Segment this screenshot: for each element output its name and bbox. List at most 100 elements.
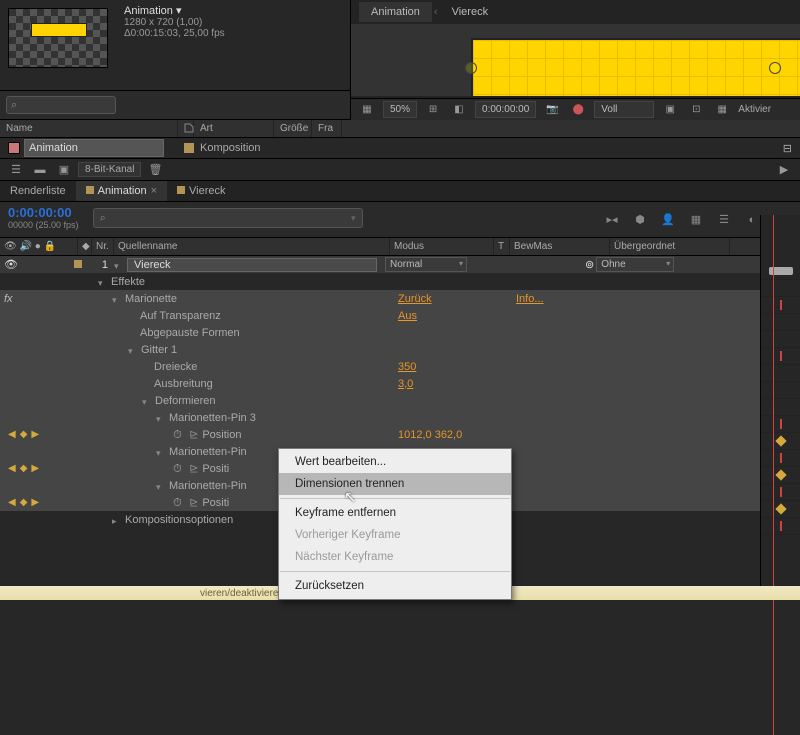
interpret-icon[interactable]: ☰	[6, 161, 26, 179]
row-ausbreitung[interactable]: Ausbreitung3,0	[0, 375, 800, 392]
stopwatch-icon[interactable]: ⏱	[173, 429, 185, 441]
next-kf-icon[interactable]: ▶	[31, 429, 39, 440]
col-track[interactable]: T	[494, 238, 510, 255]
row-effects[interactable]: Effekte	[0, 273, 800, 290]
row-abgepauste[interactable]: Abgepauste Formen	[0, 324, 800, 341]
blend-mode[interactable]: Normal	[385, 257, 467, 272]
stopwatch-icon[interactable]: ⏱	[173, 497, 185, 509]
stopwatch-icon[interactable]: ⏱	[173, 463, 185, 475]
marker[interactable]	[780, 419, 782, 429]
prev-kf-icon[interactable]: ◀	[8, 429, 16, 440]
comp-thumbnail[interactable]	[8, 8, 108, 68]
twirl-icon[interactable]	[98, 277, 108, 287]
menu-remove-keyframe[interactable]: Keyframe entfernen	[279, 502, 511, 524]
val-ausbreitung[interactable]: 3,0	[398, 378, 413, 390]
transparency-icon[interactable]: ▦	[712, 101, 732, 119]
twirl-icon[interactable]	[112, 294, 122, 304]
3d-icon[interactable]: ⬢	[630, 210, 650, 230]
col-fr[interactable]: Fra	[312, 120, 342, 137]
lock-icon[interactable]: 🔒	[44, 241, 56, 252]
layer-name[interactable]: Viereck	[127, 258, 377, 272]
project-item-animation[interactable]: Animation Komposition ⊟	[0, 138, 800, 158]
col-source[interactable]: Quellenname	[114, 238, 390, 255]
keyframe[interactable]	[775, 469, 786, 480]
kf-diamond-icon[interactable]: ◆	[20, 429, 28, 440]
row-transparency[interactable]: Auf TransparenzAus	[0, 307, 800, 324]
row-gitter[interactable]: Gitter 1	[0, 341, 800, 358]
menu-reset[interactable]: Zurücksetzen	[279, 575, 511, 597]
current-timecode[interactable]: 0:00:00:0000000 (25.00 fps)	[0, 202, 87, 237]
menu-separate-dimensions[interactable]: Dimensionen trennen	[279, 473, 511, 495]
label-icon[interactable]: ◆	[82, 241, 90, 252]
kf-diamond-icon[interactable]: ◆	[20, 497, 28, 508]
effect-info[interactable]: Info...	[516, 293, 544, 305]
tab-animation[interactable]: Animation×	[76, 181, 167, 201]
twirl-icon[interactable]	[112, 515, 122, 525]
twirl-icon[interactable]	[156, 447, 166, 457]
prev-kf-icon[interactable]: ◀	[8, 497, 16, 508]
parent-select[interactable]: Ohne	[596, 257, 674, 272]
twirl-icon[interactable]	[156, 481, 166, 491]
activate-button[interactable]: Aktivier	[738, 104, 771, 115]
next-kf-icon[interactable]: ▶	[31, 497, 39, 508]
col-parent[interactable]: Übergeordnet	[610, 238, 730, 255]
close-tab-icon[interactable]: ×	[151, 185, 157, 197]
marker[interactable]	[780, 351, 782, 361]
shape-viereck[interactable]	[471, 38, 800, 96]
bit-depth[interactable]: 8-Bit-Kanal	[78, 162, 141, 177]
val-dreiecke[interactable]: 350	[398, 361, 416, 373]
twirl-icon[interactable]	[128, 345, 138, 355]
flowchart-icon[interactable]: ⊟	[783, 142, 792, 155]
resolution-icon[interactable]: ⊞	[423, 101, 443, 119]
layer-viereck[interactable]: 👁 1 Viereck Normal ⊚ Ohne	[0, 256, 800, 273]
row-marionette[interactable]: fxMarionetteZurückInfo...	[0, 290, 800, 307]
expression-icon[interactable]: ⊵	[189, 428, 198, 441]
mask-icon[interactable]: ◧	[449, 101, 469, 119]
project-search[interactable]: ⌕	[6, 96, 116, 114]
expression-icon[interactable]: ⊵	[189, 462, 198, 475]
col-size[interactable]: Größe	[274, 120, 312, 137]
twirl-icon[interactable]	[142, 396, 152, 406]
camera-icon[interactable]: 📷	[542, 101, 562, 119]
tab-viereck[interactable]: Viereck	[167, 181, 235, 201]
blur-icon[interactable]: ▦	[686, 210, 706, 230]
pickwhip-icon[interactable]: ⊚	[585, 258, 594, 271]
twirl-icon[interactable]	[114, 260, 124, 270]
trash-icon[interactable]: 🗑	[145, 161, 165, 179]
folder-icon[interactable]: ▬	[30, 161, 50, 179]
marker[interactable]	[780, 521, 782, 531]
eye-icon[interactable]: 👁	[4, 241, 17, 252]
graph-icon[interactable]: ◐	[742, 210, 762, 230]
audio-icon[interactable]: 🔊	[19, 241, 31, 252]
puppet-pin[interactable]	[769, 62, 781, 74]
fx-icon[interactable]: ☰	[714, 210, 734, 230]
marker[interactable]	[780, 453, 782, 463]
zoom-level[interactable]: 50%	[383, 101, 417, 118]
twirl-icon[interactable]	[156, 413, 166, 423]
effect-reset[interactable]: Zurück	[398, 293, 432, 305]
col-name[interactable]: Name	[0, 120, 178, 137]
viewer-tab-animation[interactable]: Animation	[359, 2, 432, 22]
play-icon[interactable]: ▶	[774, 161, 794, 179]
col-mode[interactable]: Modus	[390, 238, 494, 255]
val-pos3[interactable]: 1012,0 362,0	[398, 429, 462, 441]
viewer-tab-viereck[interactable]: Viereck	[440, 2, 500, 22]
row-pin3[interactable]: Marionetten-Pin 3	[0, 409, 800, 426]
col-trkmat[interactable]: BewMas	[510, 238, 610, 255]
col-type[interactable]: Art	[194, 120, 274, 137]
row-dreiecke[interactable]: Dreiecke350	[0, 358, 800, 375]
timeline-track-area[interactable]	[760, 215, 800, 600]
val-aus[interactable]: Aus	[398, 310, 417, 322]
new-comp-icon[interactable]: ▣	[54, 161, 74, 179]
viewer-time[interactable]: 0:00:00:00	[475, 101, 536, 118]
tab-renderlist[interactable]: Renderliste	[0, 181, 76, 201]
puppet-pin[interactable]	[465, 62, 477, 74]
expression-icon[interactable]: ⊵	[189, 496, 198, 509]
draft-icon[interactable]: ▸◂	[602, 210, 622, 230]
region-icon[interactable]: ⊡	[686, 101, 706, 119]
solo-icon[interactable]: ●	[35, 241, 41, 252]
playhead[interactable]	[773, 215, 774, 735]
next-kf-icon[interactable]: ▶	[31, 463, 39, 474]
label-color[interactable]	[184, 143, 194, 153]
view-icon[interactable]: ▣	[660, 101, 680, 119]
